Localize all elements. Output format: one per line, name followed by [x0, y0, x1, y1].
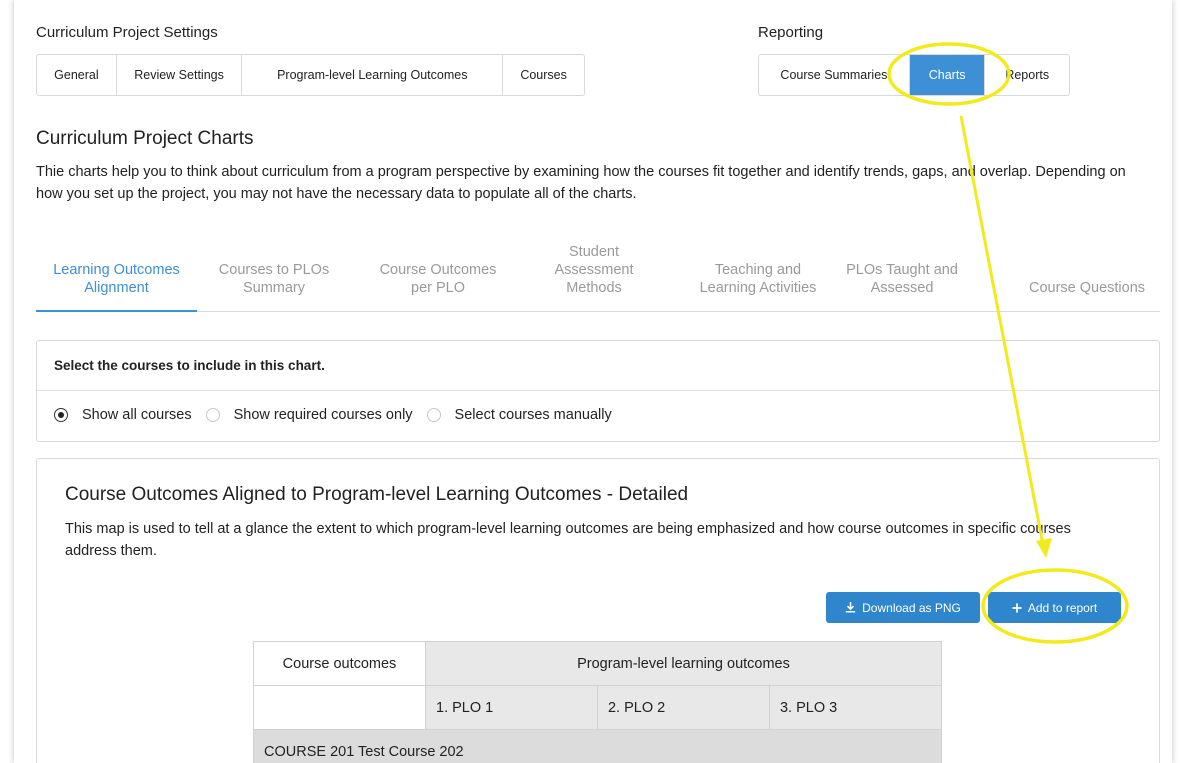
- download-png-button[interactable]: Download as PNG: [826, 592, 980, 623]
- radio-label: Show all courses: [82, 407, 192, 423]
- course-selection-heading: Select the courses to include in this ch…: [37, 341, 1159, 391]
- tab-course-summaries[interactable]: Course Summaries: [759, 55, 910, 95]
- settings-tabbar: General Review Settings Program-level Le…: [36, 54, 585, 96]
- tab-charts[interactable]: Charts: [909, 55, 986, 95]
- course-selection-panel: Select the courses to include in this ch…: [36, 340, 1160, 442]
- radio-button[interactable]: [426, 408, 441, 422]
- plo-header: 3. PLO 3: [768, 685, 943, 730]
- download-button-label: Download as PNG: [862, 600, 961, 615]
- page-title: Curriculum Project Charts: [36, 128, 254, 149]
- add-to-report-button[interactable]: Add to report: [988, 592, 1121, 623]
- page-description: Thie charts help you to think about curr…: [36, 164, 1126, 202]
- chart-tab-course-outcomes-per-plo[interactable]: Course Outcomes per PLO: [368, 261, 508, 297]
- tab-general[interactable]: General: [37, 55, 117, 95]
- chart-description: This map is used to tell at a glance the…: [65, 521, 1071, 559]
- chart-tab-course-questions[interactable]: Course Questions: [1012, 279, 1162, 297]
- radio-label: Select courses manually: [454, 407, 612, 423]
- chart-tab-teaching-and-learning-activities[interactable]: Teaching and Learning Activities: [699, 261, 817, 297]
- tab-program-level-learning-outcomes[interactable]: Program-level Learning Outcomes: [242, 55, 504, 95]
- reporting-section-label: Reporting: [758, 24, 824, 41]
- radio-label: Show required courses only: [233, 407, 413, 423]
- plo-header: 1. PLO 1: [425, 685, 598, 730]
- plo-header: 2. PLO 2: [596, 685, 770, 730]
- plo-alignment-table: Course outcomes Program-level learning o…: [253, 641, 943, 763]
- tab-review-settings[interactable]: Review Settings: [117, 55, 243, 95]
- blank-cell: [253, 685, 426, 730]
- download-icon: [845, 602, 856, 613]
- active-tab-underline: [36, 310, 197, 312]
- reporting-tabbar: Course Summaries Charts Reports: [758, 54, 1070, 96]
- chart-tabbar: Learning Outcomes Alignment Courses to P…: [36, 230, 1160, 312]
- settings-section-label: Curriculum Project Settings: [36, 24, 218, 41]
- chart-tab-plos-taught-and-assessed[interactable]: PLOs Taught and Assessed: [836, 261, 968, 297]
- chart-tab-student-assessment-methods[interactable]: Student Assessment Methods: [534, 243, 654, 297]
- tab-courses[interactable]: Courses: [503, 55, 584, 95]
- header-course-outcomes: Course outcomes: [253, 641, 426, 686]
- chart-tab-learning-outcomes-alignment[interactable]: Learning Outcomes Alignment: [36, 261, 197, 297]
- radio-select-courses-manually[interactable]: Select courses manually: [426, 407, 612, 423]
- tab-reports[interactable]: Reports: [985, 55, 1069, 95]
- chart-panel: Course Outcomes Aligned to Program-level…: [36, 458, 1160, 763]
- course-selection-options: Show all courses Show required courses o…: [54, 407, 626, 423]
- radio-show-required-courses[interactable]: Show required courses only: [205, 407, 413, 423]
- radio-button[interactable]: [205, 408, 220, 422]
- chart-tab-courses-to-plos-summary[interactable]: Courses to PLOs Summary: [206, 261, 342, 297]
- add-button-label: Add to report: [1027, 600, 1098, 615]
- chart-title: Course Outcomes Aligned to Program-level…: [65, 484, 689, 505]
- header-program-level-outcomes: Program-level learning outcomes: [425, 641, 942, 686]
- course-row-header: COURSE 201 Test Course 202: [253, 729, 942, 763]
- radio-button-checked[interactable]: [54, 408, 68, 422]
- app-frame: Curriculum Project Settings General Revi…: [14, 0, 1172, 763]
- radio-show-all-courses[interactable]: Show all courses: [54, 407, 192, 423]
- plus-icon: [1012, 603, 1022, 612]
